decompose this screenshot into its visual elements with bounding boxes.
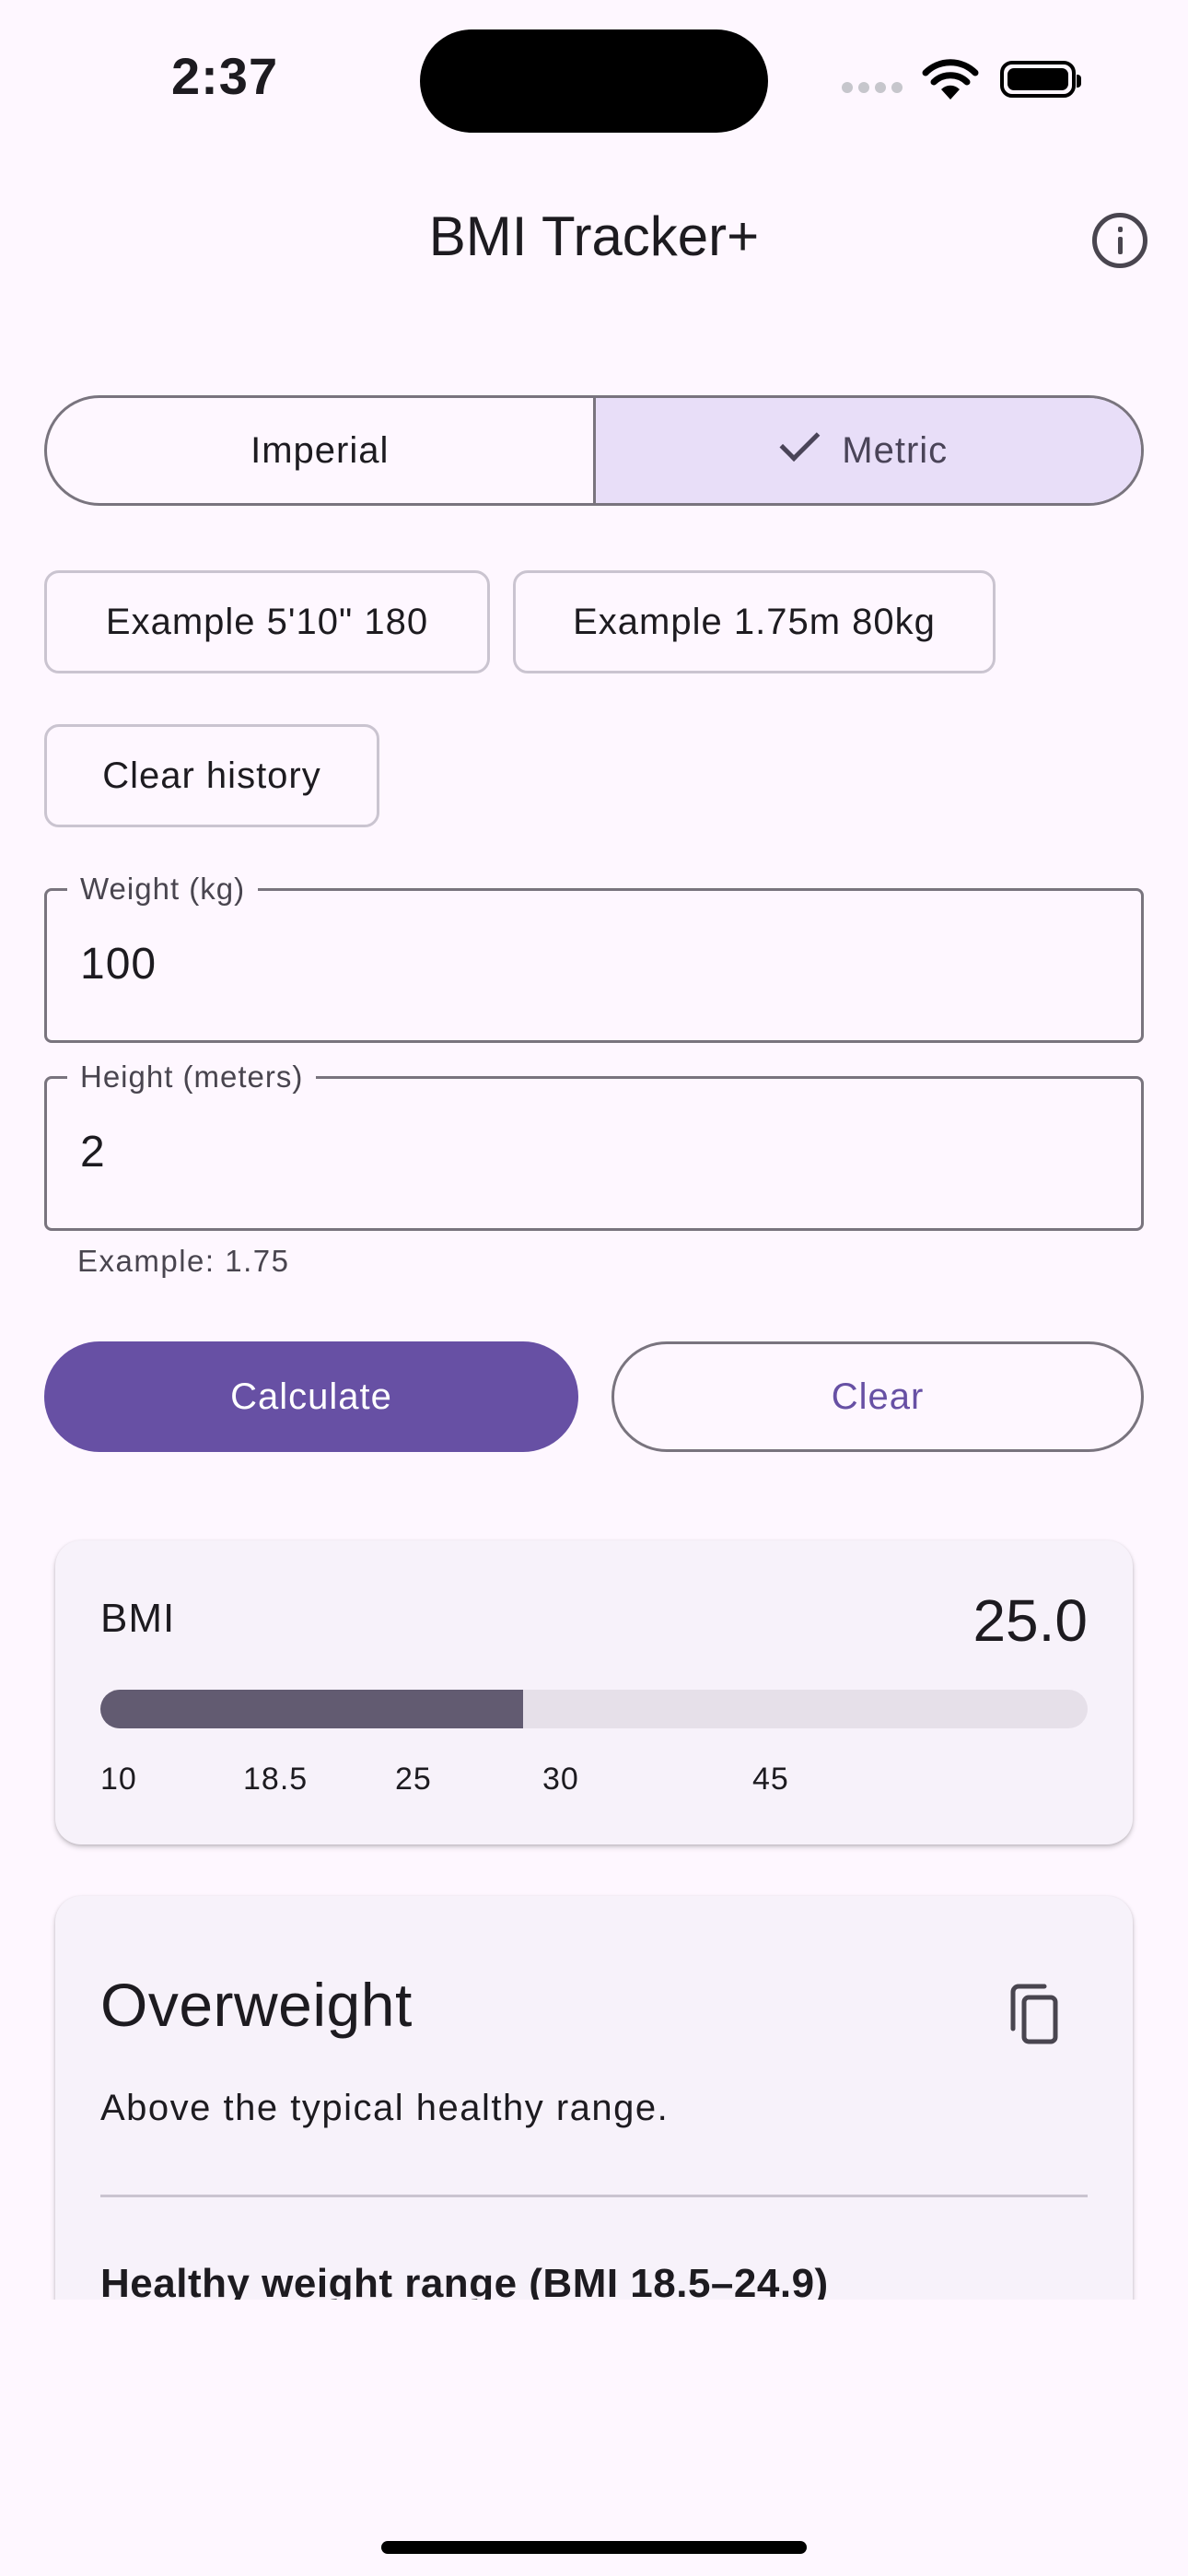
app-title: BMI Tracker+ [428, 205, 760, 267]
info-icon[interactable] [1092, 213, 1147, 268]
clear-button[interactable]: Clear [611, 1341, 1144, 1452]
height-helper-text: Example: 1.75 [77, 1244, 290, 1278]
scale-tick: 25 [395, 1762, 432, 1797]
scale-tick: 45 [752, 1762, 789, 1797]
example-imperial-button[interactable]: Example 5'10" 180 [44, 570, 490, 673]
battery-icon [1000, 61, 1081, 98]
weight-field[interactable]: Weight (kg) 100 [44, 871, 1144, 1043]
segment-metric-label: Metric [842, 429, 949, 471]
dynamic-island [420, 29, 768, 133]
results-scroll-area: Overweight Above the typical healthy ran… [0, 1861, 1188, 2300]
divider [100, 2195, 1088, 2197]
result-card: Overweight Above the typical healthy ran… [55, 1896, 1133, 2300]
height-field[interactable]: Height (meters) 2 [44, 1059, 1144, 1231]
status-time: 2:37 [171, 47, 279, 105]
home-indicator [381, 2541, 807, 2554]
segment-imperial[interactable]: Imperial [47, 398, 596, 503]
segment-imperial-label: Imperial [250, 429, 390, 471]
bmi-value: 25.0 [973, 1587, 1088, 1654]
clear-history-label: Clear history [102, 755, 321, 796]
bmi-gauge [100, 1690, 1088, 1728]
scale-tick: 10 [100, 1762, 137, 1797]
example-imperial-label: Example 5'10" 180 [105, 601, 429, 642]
example-metric-label: Example 1.75m 80kg [573, 601, 936, 642]
example-metric-button[interactable]: Example 1.75m 80kg [513, 570, 996, 673]
scale-tick: 30 [542, 1762, 579, 1797]
bmi-category: Overweight [100, 1971, 413, 2039]
bmi-gauge-fill [100, 1690, 523, 1728]
wifi-icon [922, 59, 979, 100]
scale-tick: 18.5 [243, 1762, 309, 1797]
clear-history-button[interactable]: Clear history [44, 724, 379, 827]
height-value: 2 [80, 1128, 106, 1177]
weight-value: 100 [80, 940, 157, 989]
cellular-signal-icon [842, 81, 908, 98]
bmi-category-description: Above the typical healthy range. [100, 2088, 670, 2128]
healthy-range-heading: Healthy weight range (BMI 18.5–24.9) [100, 2261, 829, 2300]
calculate-label: Calculate [230, 1376, 392, 1417]
weight-field-label: Weight (kg) [67, 871, 259, 907]
unit-segmented-control: Imperial Metric [44, 395, 1144, 506]
copy-icon[interactable] [1006, 1983, 1063, 2047]
segment-metric[interactable]: Metric [595, 398, 1141, 503]
bmi-label: BMI [100, 1596, 176, 1641]
height-field-label: Height (meters) [67, 1059, 317, 1095]
checkmark-icon [779, 421, 821, 463]
calculate-button[interactable]: Calculate [44, 1341, 578, 1452]
bmi-card: BMI 25.0 10 18.5 25 30 45 [55, 1540, 1133, 1844]
clear-label: Clear [831, 1376, 925, 1417]
